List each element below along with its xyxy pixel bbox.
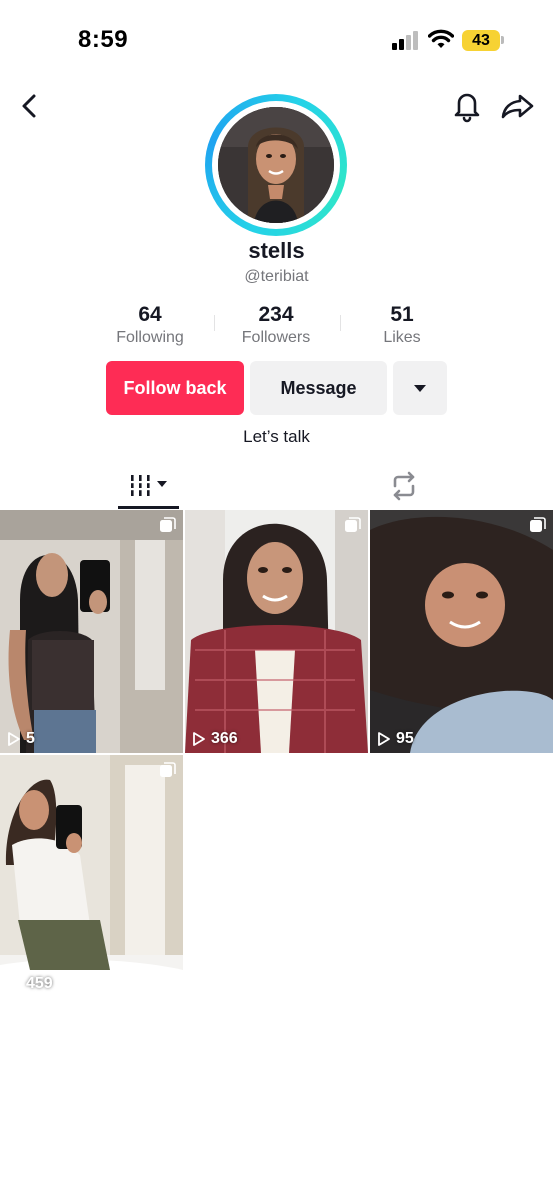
likes-label: Likes [383, 329, 421, 346]
video-thumbnail-image [370, 510, 553, 753]
battery-nub [501, 36, 504, 44]
status-bar: 8:59 43 [0, 0, 553, 80]
view-count: 366 [211, 730, 238, 747]
display-name: stells [248, 238, 305, 263]
bio: Let’s talk [243, 427, 310, 446]
video-play-count: 459 [6, 974, 53, 994]
tab-reposts[interactable] [386, 468, 422, 504]
battery-level: 43 [472, 32, 490, 49]
username: @teribiat [244, 268, 309, 285]
followers-label: Followers [241, 329, 311, 346]
stat-following[interactable]: 64 Following [90, 302, 210, 348]
stat-likes[interactable]: 51 Likes [342, 302, 462, 348]
view-count: 459 [26, 975, 53, 992]
multi-clip-icon [345, 517, 361, 532]
play-icon [8, 732, 20, 746]
video-thumbnail[interactable]: 366 [185, 510, 368, 753]
video-thumbnail-image [0, 510, 183, 753]
following-label: Following [116, 329, 184, 346]
avatar-story-ring[interactable] [205, 94, 347, 236]
video-play-count: 5 [6, 729, 35, 749]
play-icon [8, 977, 20, 991]
grid-icon [130, 475, 167, 496]
video-thumbnail[interactable]: 459 [0, 755, 183, 998]
stat-followers[interactable]: 234 Followers [216, 302, 336, 348]
view-count: 5 [26, 730, 35, 747]
video-play-count: 95 [376, 729, 414, 749]
play-icon [193, 732, 205, 746]
wifi-icon [428, 29, 454, 48]
stat-divider [340, 315, 341, 331]
back-button[interactable] [14, 88, 44, 124]
more-options-button[interactable] [393, 361, 447, 415]
message-button[interactable]: Message [250, 361, 387, 415]
view-count: 95 [396, 730, 414, 747]
stat-divider [214, 315, 215, 331]
video-thumbnail[interactable]: 5 [0, 510, 183, 753]
tab-active-indicator [118, 506, 179, 509]
video-thumbnail-image [0, 755, 183, 998]
multi-clip-icon [160, 762, 176, 777]
follow-back-button[interactable]: Follow back [106, 361, 244, 415]
repost-icon [393, 471, 415, 501]
video-thumbnail[interactable]: 95 [370, 510, 553, 753]
share-icon[interactable] [498, 88, 536, 124]
cellular-signal-icon [392, 31, 418, 50]
status-time: 8:59 [78, 26, 129, 53]
play-icon [378, 732, 390, 746]
followers-count: 234 [258, 303, 294, 326]
video-play-count: 366 [191, 729, 238, 749]
likes-count: 51 [390, 303, 414, 326]
following-count: 64 [138, 303, 162, 326]
video-thumbnail-image [185, 510, 368, 753]
multi-clip-icon [160, 517, 176, 532]
multi-clip-icon [530, 517, 546, 532]
dropdown-arrow-icon [414, 385, 426, 392]
tab-videos[interactable] [118, 464, 178, 508]
avatar-photo [218, 107, 334, 223]
notification-bell-icon[interactable] [450, 88, 484, 124]
battery-icon: 43 [462, 30, 500, 51]
avatar [218, 107, 334, 223]
